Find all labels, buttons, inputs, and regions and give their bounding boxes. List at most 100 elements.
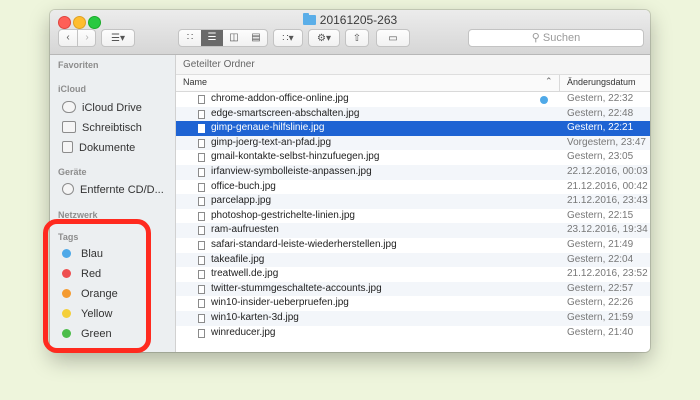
share-icon: ⇧ [352, 33, 362, 44]
search-icon: ⚲ [531, 32, 540, 44]
file-date: Gestern, 22:57 [567, 282, 634, 294]
file-row[interactable]: twitter-stummgeschaltete-accounts.jpg Ges… [176, 281, 650, 297]
file-row[interactable]: ram-aufruesten 23.12.2016, 19:34 [176, 223, 650, 238]
file-row[interactable]: win10-karten-3d.jpg Gestern, 21:59 [176, 310, 650, 326]
file-date: Gestern, 21:49 [567, 238, 634, 250]
file-row[interactable]: irfanview-symbolleiste-anpassen.jpg 22.12… [176, 164, 650, 180]
file-name: office-buch.jpg [211, 180, 276, 192]
file-date: Gestern, 23:05 [567, 151, 634, 163]
file-list: chrome-addon-office-online.jpg Gestern, 2… [176, 92, 650, 340]
column-view-icon[interactable]: ◫ [223, 30, 245, 46]
sort-ascending-icon: ⌃ [545, 76, 553, 86]
gear-icon: ⚙▾ [317, 33, 331, 44]
file-row[interactable]: gimp-joerg-text-an-pfad.jpg Vorgestern, 2… [176, 135, 650, 151]
folder-icon [302, 13, 316, 25]
tag-icon: ▭ [388, 33, 398, 44]
sidebar-item-desktop[interactable]: Schreibtisch [62, 121, 142, 134]
action-menu-button[interactable]: ⚙▾ [308, 29, 340, 47]
search-input[interactable]: ⚲ Suchen [468, 29, 644, 47]
sidebar-heading-devices: Geräte [58, 167, 87, 177]
file-name: winreducer.jpg [211, 326, 276, 338]
share-button[interactable]: ⇧ [345, 29, 369, 47]
file-name: gimp-joerg-text-an-pfad.jpg [211, 136, 332, 148]
file-date: 21.12.2016, 23:52 [567, 268, 648, 280]
sidebar-item-documents[interactable]: Dokumente [62, 141, 135, 154]
file-row[interactable]: office-buch.jpg 21.12.2016, 00:42 [176, 180, 650, 195]
file-row[interactable]: chrome-addon-office-online.jpg Gestern, 2… [176, 92, 650, 107]
file-row[interactable]: parcelapp.jpg 21.12.2016, 23:43 [176, 194, 650, 209]
file-name: twitter-stummgeschaltete-accounts.jpg [211, 282, 382, 294]
back-button[interactable]: ‹ [59, 30, 78, 46]
file-icon [198, 138, 205, 148]
file-name: photoshop-gestrichelte-linien.jpg [211, 209, 355, 221]
file-row[interactable]: win10-insider-ueberpruefen.jpg Gestern, 2… [176, 296, 650, 311]
file-icon [198, 95, 205, 104]
cloud-icon [62, 101, 76, 113]
tags-button[interactable]: ▭ [376, 29, 410, 47]
sidebar-item-icloud-drive[interactable]: iCloud Drive [62, 101, 142, 114]
file-icon [198, 109, 205, 119]
disc-icon [62, 183, 74, 195]
sidebar-heading-icloud: iCloud [58, 84, 86, 94]
file-row[interactable]: gimp-genaue-hilfslinie.jpg Gestern, 22:21 [176, 121, 650, 136]
sidebar-item-remote-disc[interactable]: Entfernte CD/D... [62, 183, 164, 196]
back-forward-control: ‹ › [58, 29, 96, 47]
file-icon [198, 255, 205, 265]
file-icon [198, 226, 205, 236]
file-row[interactable]: gmail-kontakte-selbst-hinzufuegen.jpg Ges… [176, 150, 650, 165]
grid-icon: ∷▾ [282, 33, 294, 44]
forward-button[interactable]: › [78, 30, 96, 46]
file-date: Vorgestern, 23:47 [567, 136, 646, 148]
file-name: ram-aufruesten [211, 224, 279, 236]
group-menu-button[interactable]: ∷▾ [273, 29, 303, 47]
file-date: 21.12.2016, 00:42 [567, 180, 648, 192]
file-list-area: Geteilter Ordner Name ⌃ Änderungsdatum c… [176, 55, 650, 352]
file-name: win10-karten-3d.jpg [211, 311, 299, 323]
tags-highlight-frame [43, 219, 151, 353]
file-icon [198, 197, 205, 207]
blue-tag-dot-icon [540, 96, 548, 104]
list-view-icon[interactable]: ☰ [201, 30, 223, 46]
desktop-icon [62, 121, 76, 133]
file-name: win10-insider-ueberpruefen.jpg [211, 297, 349, 309]
file-icon [198, 182, 205, 192]
file-date: Gestern, 21:40 [567, 326, 634, 338]
file-row[interactable]: safari-standard-leiste-wiederherstellen.… [176, 238, 650, 253]
arrange-menu-button[interactable]: ☰▾ [101, 29, 135, 47]
file-name: safari-standard-leiste-wiederherstellen.… [211, 238, 397, 250]
file-date: Gestern, 22:26 [567, 297, 634, 309]
file-date: Gestern, 21:59 [567, 311, 634, 323]
file-date: 22.12.2016, 00:03 [567, 165, 648, 177]
file-date: 21.12.2016, 23:43 [567, 195, 648, 207]
file-icon [198, 240, 205, 250]
file-icon [198, 328, 205, 338]
file-name: gmail-kontakte-selbst-hinzufuegen.jpg [211, 151, 380, 163]
icon-view-icon[interactable]: ∷ [179, 30, 201, 46]
file-icon [198, 167, 205, 177]
section-title: Geteilter Ordner [176, 55, 650, 75]
file-name: takeafile.jpg [211, 253, 265, 265]
date-column-header[interactable]: Änderungsdatum [567, 77, 636, 87]
file-date: Gestern, 22:21 [567, 122, 634, 134]
file-icon [198, 270, 205, 280]
view-mode-control: ∷ ☰ ◫ ▤ [178, 29, 268, 47]
file-name: irfanview-symbolleiste-anpassen.jpg [211, 165, 372, 177]
name-column-header[interactable]: Name [183, 77, 207, 87]
file-icon [198, 124, 205, 134]
file-row[interactable]: edge-smartscreen-abschalten.jpg Gestern, … [176, 106, 650, 122]
file-name: gimp-genaue-hilfslinie.jpg [211, 122, 325, 134]
cover-flow-icon[interactable]: ▤ [245, 30, 267, 46]
file-icon [198, 313, 205, 323]
file-row[interactable]: treatwell.de.jpg 21.12.2016, 23:52 [176, 267, 650, 282]
titlebar: 20161205-263 ‹ › ☰▾ ∷ ☰ ◫ ▤ ∷▾ ⚙▾ ⇧ ▭ ⚲ … [50, 10, 650, 55]
column-divider [559, 75, 560, 91]
file-date: 23.12.2016, 19:34 [567, 224, 648, 236]
file-date: Gestern, 22:32 [567, 93, 634, 104]
file-row[interactable]: takeafile.jpg Gestern, 22:04 [176, 252, 650, 268]
list-icon: ☰▾ [111, 33, 125, 44]
file-row[interactable]: winreducer.jpg Gestern, 21:40 [176, 326, 650, 341]
file-row[interactable]: photoshop-gestrichelte-linien.jpg Gestern… [176, 209, 650, 224]
file-icon [198, 284, 205, 294]
sidebar-heading-favorites: Favoriten [58, 60, 99, 70]
documents-icon [62, 141, 73, 153]
